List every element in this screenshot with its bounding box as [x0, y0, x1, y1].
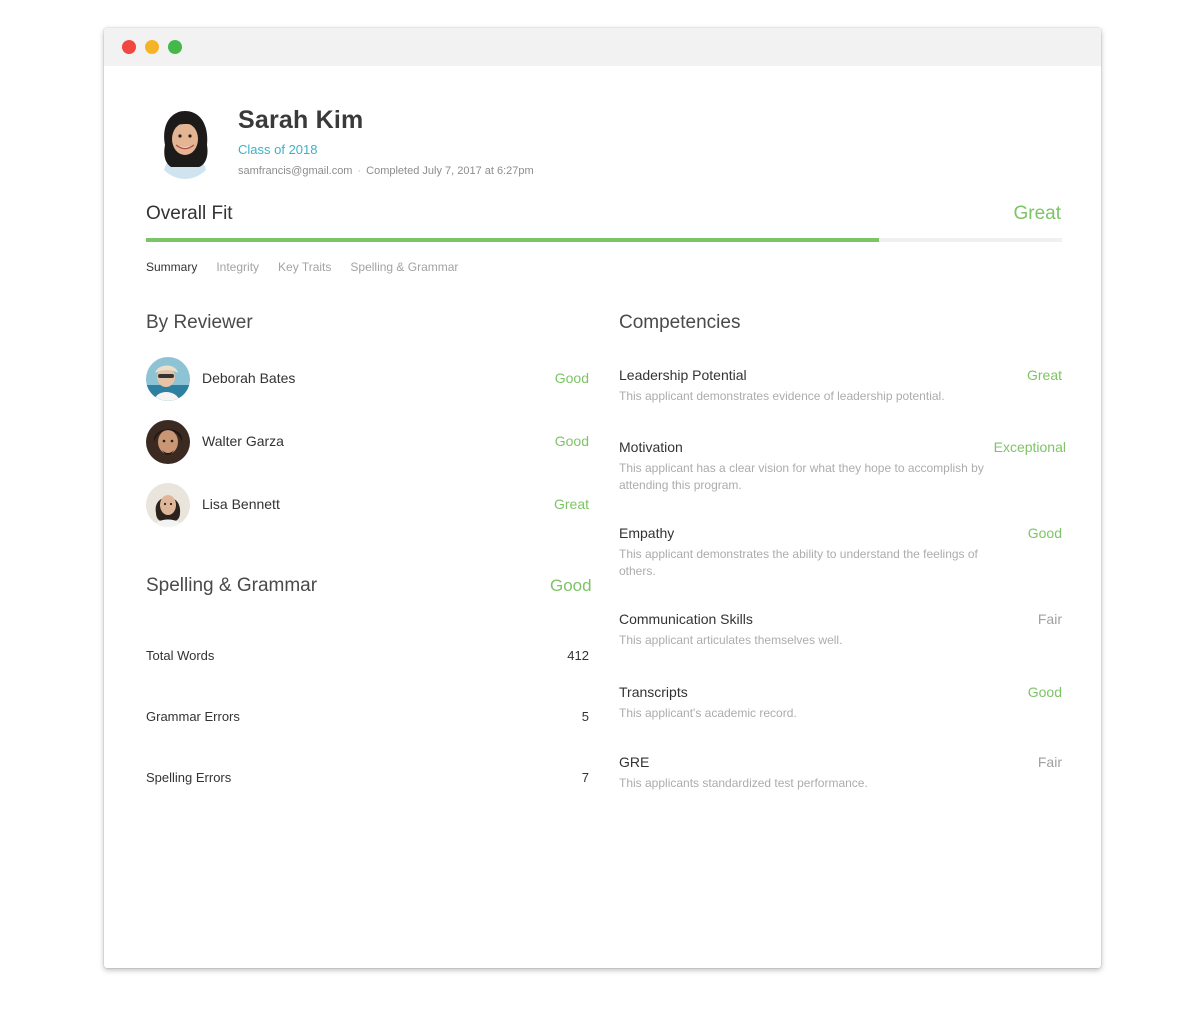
applicant-meta: samfrancis@gmail.com · Completed July 7, 2…: [238, 165, 534, 177]
reviewer-rating: Great: [553, 496, 589, 512]
competency-rating: Good: [1027, 525, 1062, 541]
competency-name: Leadership Potential: [619, 367, 747, 383]
reviewer-name: Walter Garza: [202, 433, 284, 449]
stat-label: Total Words: [146, 648, 215, 663]
reviewer-name: Lisa Bennett: [202, 496, 280, 512]
window-titlebar: [104, 28, 1101, 66]
competency-description: This applicants standardized test perfor…: [619, 776, 868, 790]
app-window: Sarah Kim Class of 2018 samfrancis@gmail…: [104, 28, 1101, 968]
applicant-email[interactable]: samfrancis@gmail.com: [238, 165, 352, 177]
stat-label: Grammar Errors: [146, 709, 240, 724]
reviewer-avatar: [146, 420, 190, 464]
competencies-title: Competencies: [619, 312, 741, 333]
overall-fit-progress-fill: [146, 238, 879, 242]
stat-value: 412: [567, 648, 589, 663]
section-tabs: Summary Integrity Key Traits Spelling & …: [146, 260, 477, 274]
competency-rating: Exceptional: [993, 439, 1066, 455]
overall-fit-progress-bar: [146, 238, 1062, 242]
tab-spelling-grammar[interactable]: Spelling & Grammar: [350, 260, 458, 274]
competency-rating: Great: [1026, 367, 1062, 383]
applicant-avatar: [153, 105, 217, 179]
spelling-grammar-title: Spelling & Grammar: [146, 575, 318, 596]
spelling-grammar-rating: Good: [550, 576, 592, 595]
tab-key-traits[interactable]: Key Traits: [278, 260, 331, 274]
competency-description: This applicant articulates themselves we…: [619, 633, 843, 647]
close-window-button[interactable]: [122, 40, 136, 54]
by-reviewer-title: By Reviewer: [146, 312, 253, 333]
competency-name: Transcripts: [619, 684, 688, 700]
reviewer-rating: Good: [554, 370, 589, 386]
meta-separator: ·: [357, 165, 362, 177]
reviewer-rating: Good: [554, 433, 589, 449]
competency-rating: Good: [1027, 684, 1062, 700]
applicant-name: Sarah Kim: [238, 106, 364, 134]
reviewer-row[interactable]: Lisa Bennett Great: [146, 483, 589, 527]
maximize-window-button[interactable]: [168, 40, 182, 54]
applicant-class: Class of 2018: [238, 142, 318, 157]
competency-name: Communication Skills: [619, 611, 753, 627]
stat-label: Spelling Errors: [146, 770, 232, 785]
completed-timestamp: Completed July 7, 2017 at 6:27pm: [366, 165, 534, 177]
competency-name: GRE: [619, 754, 650, 770]
minimize-window-button[interactable]: [145, 40, 159, 54]
competency-name: Empathy: [619, 525, 675, 541]
reviewer-avatar: [146, 483, 190, 527]
stat-value: 5: [581, 709, 589, 724]
competency-name: Motivation: [619, 439, 683, 455]
competency-rating: Fair: [1037, 754, 1062, 770]
competency-description: This applicant demonstrates evidence of …: [619, 389, 945, 403]
competency-description: This applicant's academic record.: [619, 706, 797, 720]
stat-value: 7: [581, 770, 589, 785]
reviewer-row[interactable]: Deborah Bates Good: [146, 357, 589, 401]
competency-rating: Fair: [1037, 611, 1062, 627]
overall-fit-label: Overall Fit: [146, 203, 233, 224]
reviewer-name: Deborah Bates: [202, 370, 296, 386]
tab-summary[interactable]: Summary: [146, 260, 197, 274]
competency-description: This applicant demonstrates the ability …: [619, 547, 978, 578]
reviewer-row[interactable]: Walter Garza Good: [146, 420, 589, 464]
tab-integrity[interactable]: Integrity: [216, 260, 259, 274]
overall-fit-rating: Great: [1013, 203, 1061, 224]
reviewer-avatar: [146, 357, 190, 401]
competency-description: This applicant has a clear vision for wh…: [619, 461, 984, 492]
